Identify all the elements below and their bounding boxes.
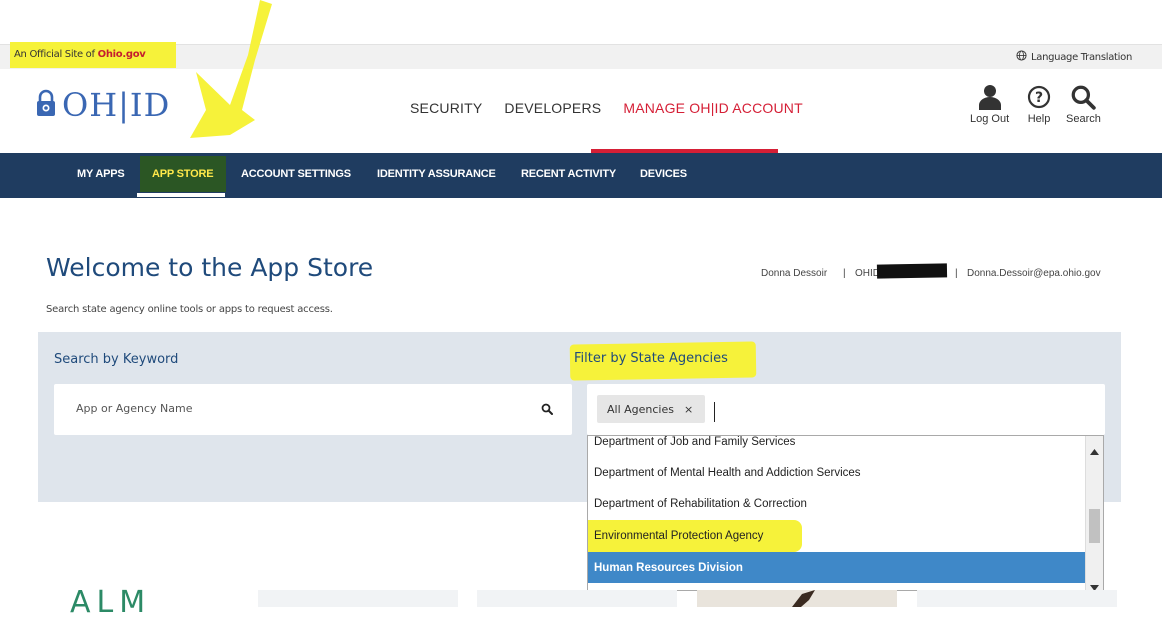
app-card[interactable]	[917, 590, 1117, 607]
keyword-search-box	[54, 384, 572, 435]
subnav-active-indicator	[137, 193, 225, 197]
separator: |	[955, 268, 958, 279]
search-label: Search	[1066, 113, 1101, 125]
subnav-account-settings[interactable]: ACCOUNT SETTINGS	[241, 168, 351, 180]
agency-option[interactable]: Environmental Protection Agency	[588, 520, 1086, 551]
search-button[interactable]: Search	[1066, 84, 1101, 125]
help-icon: ?	[1027, 84, 1051, 113]
arrow-annotation-icon	[190, 0, 272, 138]
app-card[interactable]	[258, 590, 458, 607]
main-nav: SECURITY DEVELOPERS MANAGE OH|ID ACCOUNT	[410, 100, 803, 116]
separator: |	[843, 268, 846, 279]
user-icon	[978, 84, 1001, 113]
dropdown-scrollbar[interactable]	[1085, 436, 1103, 590]
nav-security[interactable]: SECURITY	[410, 100, 482, 116]
filter-agencies-label: Filter by State Agencies	[574, 351, 728, 366]
subnav-recent-activity[interactable]: RECENT ACTIVITY	[521, 168, 616, 180]
page-subtitle: Search state agency online tools or apps…	[46, 304, 333, 315]
svg-text:?: ?	[1035, 90, 1043, 106]
scroll-thumb[interactable]	[1089, 509, 1100, 543]
card-image-icon	[792, 590, 815, 607]
lock-icon	[36, 89, 56, 122]
agency-option[interactable]: Department of Job and Family Services	[588, 436, 1086, 457]
app-card-logo[interactable]: ALM	[70, 585, 151, 620]
subnav-my-apps[interactable]: MY APPS	[77, 168, 125, 180]
agency-option[interactable]: Department of Rehabilitation & Correctio…	[588, 488, 1086, 519]
help-button[interactable]: ? Help	[1027, 84, 1051, 125]
search-input[interactable]	[74, 401, 518, 416]
agency-option-highlighted[interactable]: Human Resources Division	[588, 552, 1086, 583]
app-card[interactable]	[697, 590, 897, 607]
agency-option[interactable]: Department of Mental Health and Addictio…	[588, 457, 1086, 488]
ohid-logo[interactable]: OH|ID	[36, 86, 170, 124]
page-title: Welcome to the App Store	[46, 253, 374, 282]
agency-chip[interactable]: All Agencies ×	[597, 395, 705, 423]
official-prefix: An Official Site of	[14, 49, 95, 60]
agency-dropdown: Department of Job and Family Services De…	[587, 435, 1104, 591]
keyword-search-label: Search by Keyword	[54, 352, 179, 367]
user-name: Donna Dessoir	[761, 268, 828, 279]
globe-icon	[1016, 50, 1027, 64]
nav-developers[interactable]: DEVELOPERS	[504, 100, 601, 116]
language-translation-link[interactable]: Language Translation	[1016, 50, 1132, 64]
official-site-text: An Official Site of Ohio.gov	[14, 49, 146, 60]
user-email: Donna.Dessoir@epa.ohio.gov	[967, 268, 1101, 279]
text-cursor	[714, 402, 715, 422]
language-label: Language Translation	[1030, 51, 1132, 63]
help-label: Help	[1027, 113, 1051, 125]
subnav-devices[interactable]: DEVICES	[640, 168, 687, 180]
app-card[interactable]	[477, 590, 677, 607]
subnav-app-store[interactable]: APP STORE	[152, 168, 214, 180]
nav-manage-account[interactable]: MANAGE OH|ID ACCOUNT	[623, 100, 803, 116]
chip-label: All Agencies	[607, 402, 674, 416]
subnav-identity-assurance[interactable]: IDENTITY ASSURANCE	[377, 168, 496, 180]
redaction-mark	[876, 263, 948, 279]
logo-text: OH|ID	[62, 86, 171, 124]
scroll-up-icon[interactable]	[1090, 442, 1099, 460]
search-icon	[1070, 84, 1097, 113]
ohio-gov-link[interactable]: Ohio.gov	[98, 49, 146, 60]
logout-button[interactable]: Log Out	[970, 84, 1009, 125]
search-icon[interactable]	[541, 402, 553, 420]
chip-remove-icon[interactable]: ×	[684, 403, 693, 416]
logout-label: Log Out	[970, 113, 1010, 125]
